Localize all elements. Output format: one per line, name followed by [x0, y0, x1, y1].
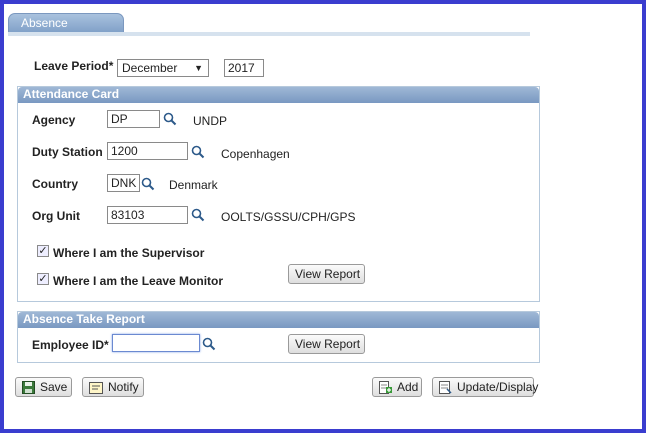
- duty-station-description: Copenhagen: [221, 147, 290, 161]
- supervisor-checkbox[interactable]: ✓: [37, 245, 49, 257]
- leave-period-label: Leave Period*: [34, 59, 114, 73]
- org-unit-description: OOLTS/GSSU/CPH/GPS: [221, 210, 356, 224]
- floppy-disk-icon: [22, 381, 35, 395]
- update-display-label: Update/Display: [457, 380, 539, 394]
- org-unit-input[interactable]: 83103: [107, 206, 188, 224]
- leave-monitor-label: Where I am the Leave Monitor: [53, 274, 224, 288]
- supervisor-label: Where I am the Supervisor: [53, 246, 205, 260]
- magnifier-icon[interactable]: [163, 112, 177, 126]
- tab-absence-reports[interactable]: Absence Reports: [8, 13, 124, 49]
- add-button[interactable]: Add: [372, 377, 422, 397]
- country-label: Country: [32, 177, 78, 191]
- magnifier-icon[interactable]: [191, 145, 205, 159]
- country-input[interactable]: DNK: [107, 174, 140, 192]
- leave-monitor-checkbox[interactable]: ✓: [37, 273, 49, 285]
- checkmark-icon: ✓: [38, 273, 48, 285]
- absence-view-report-button[interactable]: View Report: [288, 334, 365, 354]
- agency-description: UNDP: [193, 114, 228, 128]
- employee-id-label: Employee ID*: [32, 338, 109, 352]
- add-label: Add: [397, 380, 419, 394]
- notify-label: Notify: [108, 380, 139, 394]
- magnifier-icon[interactable]: [141, 177, 155, 191]
- leave-period-year-input[interactable]: 2017: [224, 59, 264, 77]
- magnifier-icon[interactable]: [202, 337, 216, 351]
- duty-station-input[interactable]: 1200: [107, 142, 188, 160]
- add-row-icon: [379, 381, 392, 395]
- employee-id-input[interactable]: [112, 334, 200, 352]
- agency-input[interactable]: DP: [107, 110, 160, 128]
- attendance-card-header: Attendance Card: [18, 87, 539, 103]
- org-unit-label: Org Unit: [32, 209, 80, 223]
- attendance-card-group: Attendance Card: [17, 86, 540, 302]
- notify-button[interactable]: Notify: [82, 377, 144, 397]
- update-display-button[interactable]: Update/Display: [432, 377, 538, 397]
- chevron-down-icon: ▼: [194, 63, 203, 73]
- magnifier-icon[interactable]: [191, 208, 205, 222]
- checkmark-icon: ✓: [38, 245, 48, 257]
- leave-period-month-select[interactable]: December ▼: [117, 59, 209, 77]
- agency-label: Agency: [32, 113, 76, 127]
- update-display-icon: [439, 381, 452, 395]
- country-description: Denmark: [169, 178, 218, 192]
- duty-station-label: Duty Station: [32, 145, 103, 159]
- absence-take-report-header: Absence Take Report: [18, 312, 539, 328]
- absence-take-report-group: Absence Take Report: [17, 311, 540, 363]
- tab-underline: [8, 32, 530, 36]
- attendance-view-report-button[interactable]: View Report: [288, 264, 365, 284]
- notify-icon: [89, 381, 103, 394]
- leave-period-month-value: December: [122, 61, 178, 75]
- save-label: Save: [40, 380, 68, 394]
- save-button[interactable]: Save: [15, 377, 72, 397]
